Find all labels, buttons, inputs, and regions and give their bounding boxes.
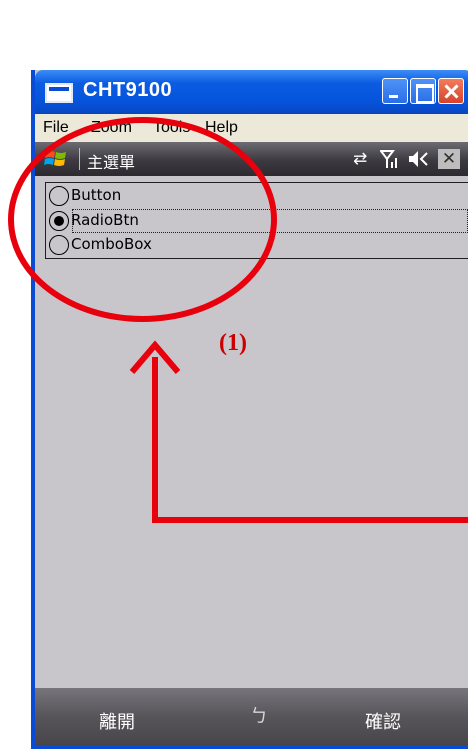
annotation-ellipse — [8, 117, 277, 322]
volume-icon[interactable] — [407, 148, 431, 170]
annotation-label: (1) — [219, 330, 247, 356]
softkey-left[interactable]: 離開 — [99, 708, 135, 734]
input-panel-icon[interactable]: ㄅ — [250, 702, 268, 728]
title-bar[interactable]: CHT9100 — [35, 70, 468, 114]
maximize-button[interactable] — [410, 78, 436, 104]
device-close-icon[interactable]: ✕ — [438, 149, 460, 169]
softkey-bar: 離開 ㄅ 確認 — [35, 688, 468, 745]
minimize-button[interactable] — [382, 78, 408, 104]
softkey-right[interactable]: 確認 — [365, 708, 401, 734]
app-window-icon — [45, 83, 73, 103]
window-title: CHT9100 — [83, 79, 173, 101]
signal-icon[interactable] — [380, 148, 400, 170]
connectivity-icon[interactable]: ⇄ — [353, 148, 367, 170]
close-button[interactable] — [438, 78, 464, 104]
